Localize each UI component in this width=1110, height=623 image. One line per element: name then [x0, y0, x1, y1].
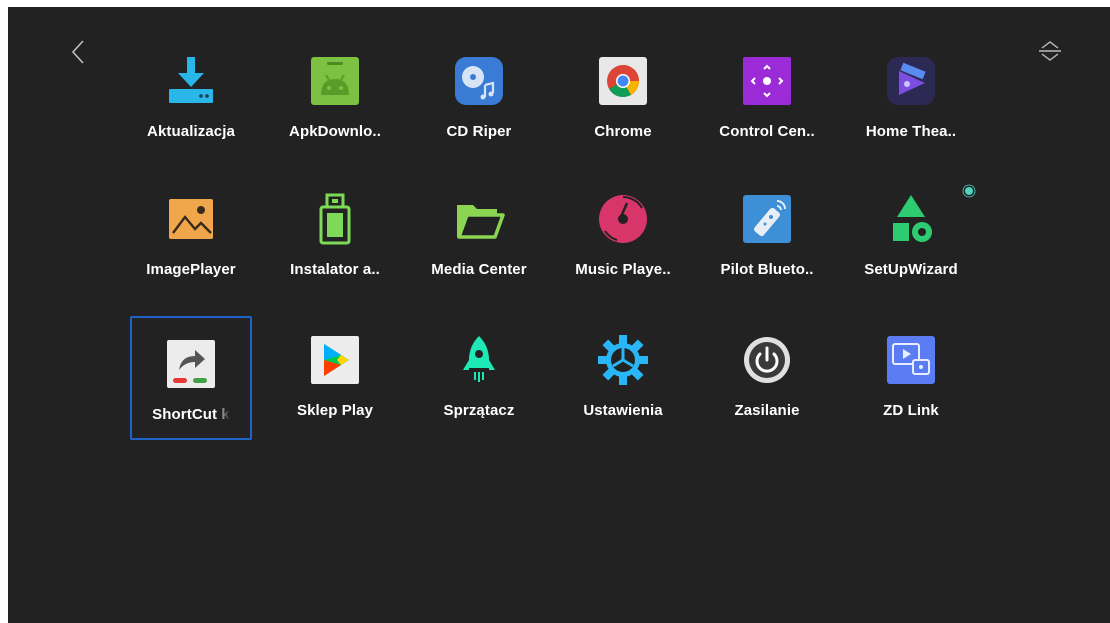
app-tile-cd-riper[interactable]: CD Riper: [418, 23, 540, 147]
app-label: CD Riper: [446, 123, 512, 140]
remote-dpad-icon: [739, 53, 795, 109]
bluetooth-remote-icon: [739, 191, 795, 247]
app-tile-music-player[interactable]: Music Playe..: [562, 161, 684, 285]
app-tile-zasilanie[interactable]: Zasilanie: [706, 302, 828, 426]
vinyl-disc-icon: [595, 191, 651, 247]
app-tile-aktualizacja[interactable]: Aktualizacja: [130, 23, 252, 147]
app-tile-shortcut[interactable]: ShortCut k: [130, 316, 252, 440]
app-tile-imageplayer[interactable]: ImagePlayer: [130, 161, 252, 285]
app-label: Chrome: [594, 123, 652, 140]
app-label: Home Thea..: [865, 123, 957, 140]
app-label: Instalator a..: [290, 261, 380, 278]
gear-icon: [595, 332, 651, 388]
app-label: Zasilanie: [734, 402, 800, 419]
app-label: Ustawienia: [583, 402, 663, 419]
app-tile-instalator[interactable]: Instalator a..: [274, 161, 396, 285]
shapes-icon: [883, 191, 939, 247]
shortcut-arrow-icon: [163, 336, 219, 392]
app-tile-chrome[interactable]: Chrome: [562, 23, 684, 147]
app-tile-setupwizard[interactable]: SetUpWizard: [850, 161, 972, 285]
app-label: Sprzątacz: [443, 402, 515, 419]
power-icon: [739, 332, 795, 388]
app-label: Sklep Play: [296, 402, 374, 419]
image-icon: [163, 191, 219, 247]
app-tile-home-theater[interactable]: Home Thea..: [850, 23, 972, 147]
app-label: Aktualizacja: [147, 123, 235, 140]
new-app-indicator: [965, 187, 973, 195]
launcher-screen: Aktualizacja ApkDownlo.. CD Riper Chrome…: [8, 7, 1110, 623]
app-tile-zd-link[interactable]: ZD Link: [850, 302, 972, 426]
app-tile-apkdownloader[interactable]: ApkDownlo..: [274, 23, 396, 147]
app-tile-sklep-play[interactable]: Sklep Play: [274, 302, 396, 426]
app-tile-ustawienia[interactable]: Ustawienia: [562, 302, 684, 426]
film-play-icon: [883, 53, 939, 109]
app-grid: Aktualizacja ApkDownlo.. CD Riper Chrome…: [8, 7, 1110, 623]
android-icon: [307, 53, 363, 109]
app-tile-control-center[interactable]: Control Cen..: [706, 23, 828, 147]
app-label: ApkDownlo..: [289, 123, 381, 140]
folder-icon: [451, 191, 507, 247]
app-tile-pilot-bluetooth[interactable]: Pilot Blueto..: [706, 161, 828, 285]
app-tile-sprzatacz[interactable]: Sprzątacz: [418, 302, 540, 426]
app-tile-media-center[interactable]: Media Center: [418, 161, 540, 285]
app-label: Pilot Blueto..: [720, 261, 814, 278]
screen-cast-icon: [883, 332, 939, 388]
app-label: Media Center: [431, 261, 527, 278]
usb-drive-icon: [307, 191, 363, 247]
app-label: ImagePlayer: [146, 261, 236, 278]
download-update-icon: [163, 53, 219, 109]
rocket-cleaner-icon: [451, 332, 507, 388]
chrome-icon: [595, 53, 651, 109]
app-label: ZD Link: [883, 402, 939, 419]
cd-music-icon: [451, 53, 507, 109]
app-label: Music Playe..: [575, 261, 671, 278]
app-label: ShortCut k: [152, 406, 230, 423]
play-store-icon: [307, 332, 363, 388]
app-label: SetUpWizard: [864, 261, 958, 278]
app-label: Control Cen..: [719, 123, 815, 140]
